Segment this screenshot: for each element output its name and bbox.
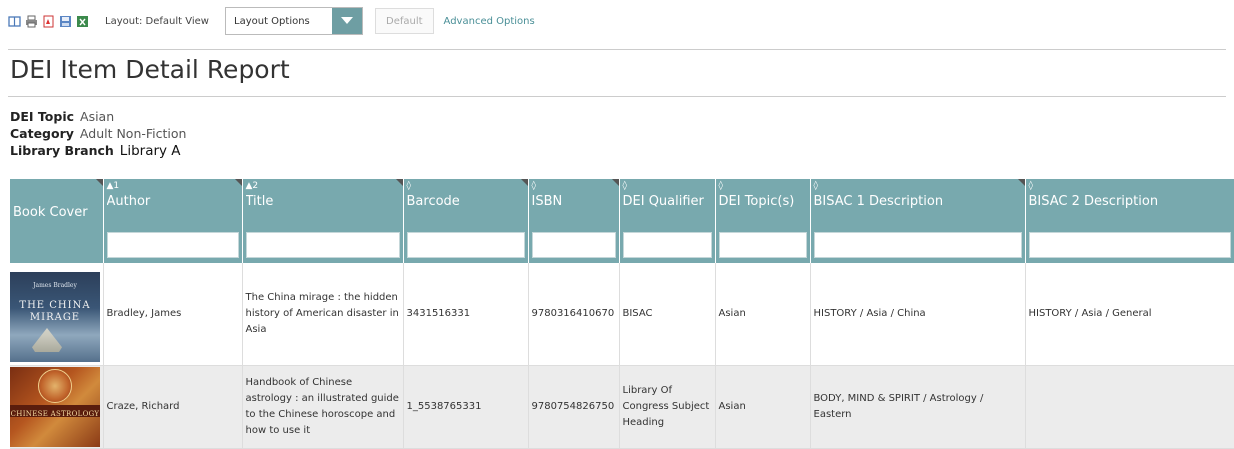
cover-title-text: THE CHINA MIRAGE (19, 300, 91, 323)
filter-library-branch: Library Branch Library A (10, 142, 186, 160)
layout-select-value: Layout Options (234, 15, 310, 27)
column-menu-icon[interactable] (1017, 179, 1025, 186)
sort-indicator: ◊ (406, 181, 411, 191)
column-header-label: DEI Topic(s) (718, 194, 795, 209)
default-button[interactable]: Default (375, 8, 434, 34)
bisac-2-cell (1025, 365, 1234, 449)
sort-indicator: ▲1 (106, 181, 120, 191)
title-cell: The China mirage : the hidden history of… (242, 263, 404, 366)
bisac-1-cell: HISTORY / Asia / China (810, 263, 1026, 366)
column-header-book-cover[interactable]: Book Cover (10, 179, 104, 263)
cover-author-text: James Bradley (33, 282, 77, 289)
book-cover-cell: James Bradley THE CHINA MIRAGE (10, 263, 104, 366)
sort-indicator: ◊ (531, 181, 536, 191)
report-filters: DEI Topic Asian Category Adult Non-Fiction… (10, 108, 186, 160)
columns-icon[interactable] (8, 15, 21, 28)
save-icon[interactable] (59, 15, 72, 28)
table-row: CHINESE ASTROLOGY Craze, Richard Handboo… (10, 365, 1234, 449)
column-menu-icon[interactable] (95, 179, 103, 186)
divider (8, 49, 1226, 50)
filter-label: Category (10, 126, 74, 141)
sort-indicator: ◊ (622, 181, 627, 191)
column-header-label: Book Cover (13, 205, 88, 220)
column-header-label: BISAC 1 Description (813, 194, 944, 209)
column-header-label: Author (106, 194, 151, 209)
title-cell: Handbook of Chinese astrology : an illus… (242, 365, 404, 449)
bisac-1-cell: BODY, MIND & SPIRIT / Astrology / Easter… (810, 365, 1026, 449)
filter-label: Library Branch (10, 143, 114, 158)
advanced-options-link[interactable]: Advanced Options (444, 16, 535, 27)
table-header-row: Book Cover ▲1 Author ▲2 Title ◊ Barcode ◊ IS… (10, 179, 1234, 263)
column-header-bisac-1[interactable]: ◊ BISAC 1 Description (810, 179, 1026, 263)
dei-qualifier-cell: BISAC (619, 263, 716, 366)
zodiac-disc-illustration (38, 369, 72, 403)
column-menu-icon[interactable] (234, 179, 242, 186)
page-title: DEI Item Detail Report (10, 55, 290, 84)
divider (8, 96, 1226, 97)
author-cell: Bradley, James (103, 263, 243, 366)
pdf-icon[interactable] (42, 15, 55, 28)
layout-label: Layout: Default View (105, 15, 209, 27)
column-header-label: Barcode (406, 194, 460, 209)
filter-value: Asian (80, 109, 115, 124)
column-header-dei-topics[interactable]: ◊ DEI Topic(s) (715, 179, 811, 263)
column-header-label: DEI Qualifier (622, 194, 704, 209)
book-cover-image[interactable]: James Bradley THE CHINA MIRAGE (10, 272, 100, 362)
column-header-label: Title (245, 194, 274, 209)
cover-title-text: CHINESE ASTROLOGY (10, 410, 100, 418)
sort-indicator: ◊ (813, 181, 818, 191)
filter-label: DEI Topic (10, 109, 75, 124)
report-table: Book Cover ▲1 Author ▲2 Title ◊ Barcode ◊ IS… (10, 179, 1234, 449)
filter-value: Adult Non-Fiction (79, 126, 187, 141)
column-menu-icon[interactable] (395, 179, 403, 186)
isbn-link[interactable]: 9780754826750 (528, 365, 620, 449)
barcode-link[interactable]: 3431516331 (403, 263, 529, 366)
barcode-filter-input[interactable] (406, 232, 525, 258)
column-header-title[interactable]: ▲2 Title (242, 179, 404, 263)
dei-qualifier-cell: Library Of Congress Subject Heading (619, 365, 716, 449)
ship-illustration (32, 328, 62, 352)
column-menu-icon[interactable] (611, 179, 619, 186)
book-cover-cell: CHINESE ASTROLOGY (10, 365, 104, 449)
report-toolbar: Layout: Default View Layout Options Defa… (8, 6, 535, 36)
bisac-2-cell: HISTORY / Asia / General (1025, 263, 1234, 366)
dei-topic-link[interactable]: Asian (715, 263, 811, 366)
column-header-barcode[interactable]: ◊ Barcode (403, 179, 529, 263)
column-header-author[interactable]: ▲1 Author (103, 179, 243, 263)
isbn-link[interactable]: 9780316410670 (528, 263, 620, 366)
filter-category: Category Adult Non-Fiction (10, 125, 186, 142)
dei-qualifier-filter-input[interactable] (622, 232, 712, 258)
isbn-filter-input[interactable] (531, 232, 616, 258)
author-filter-input[interactable] (106, 232, 239, 258)
bisac-1-filter-input[interactable] (813, 232, 1022, 258)
dei-topics-filter-input[interactable] (718, 232, 807, 258)
sort-indicator (13, 181, 100, 192)
filter-value: Library A (119, 143, 181, 159)
print-icon[interactable] (25, 15, 38, 28)
sort-indicator: ◊ (718, 181, 723, 191)
filter-dei-topic: DEI Topic Asian (10, 108, 186, 125)
sort-indicator: ◊ (1028, 181, 1033, 191)
barcode-link[interactable]: 1_5538765331 (403, 365, 529, 449)
column-header-dei-qualifier[interactable]: ◊ DEI Qualifier (619, 179, 716, 263)
column-header-label: ISBN (531, 194, 563, 209)
sort-indicator: ▲2 (245, 181, 259, 191)
author-cell: Craze, Richard (103, 365, 243, 449)
title-filter-input[interactable] (245, 232, 400, 258)
column-menu-icon[interactable] (520, 179, 528, 186)
table-row: James Bradley THE CHINA MIRAGE Bradley, … (10, 263, 1234, 366)
excel-icon[interactable] (76, 15, 89, 28)
column-header-label: BISAC 2 Description (1028, 194, 1159, 209)
bisac-2-filter-input[interactable] (1028, 232, 1231, 258)
dei-topic-link[interactable]: Asian (715, 365, 811, 449)
column-header-isbn[interactable]: ◊ ISBN (528, 179, 620, 263)
layout-options-select[interactable]: Layout Options (225, 7, 363, 35)
column-header-bisac-2[interactable]: ◊ BISAC 2 Description (1025, 179, 1234, 263)
book-cover-image[interactable]: CHINESE ASTROLOGY (10, 367, 100, 447)
chevron-down-icon[interactable] (332, 8, 362, 34)
